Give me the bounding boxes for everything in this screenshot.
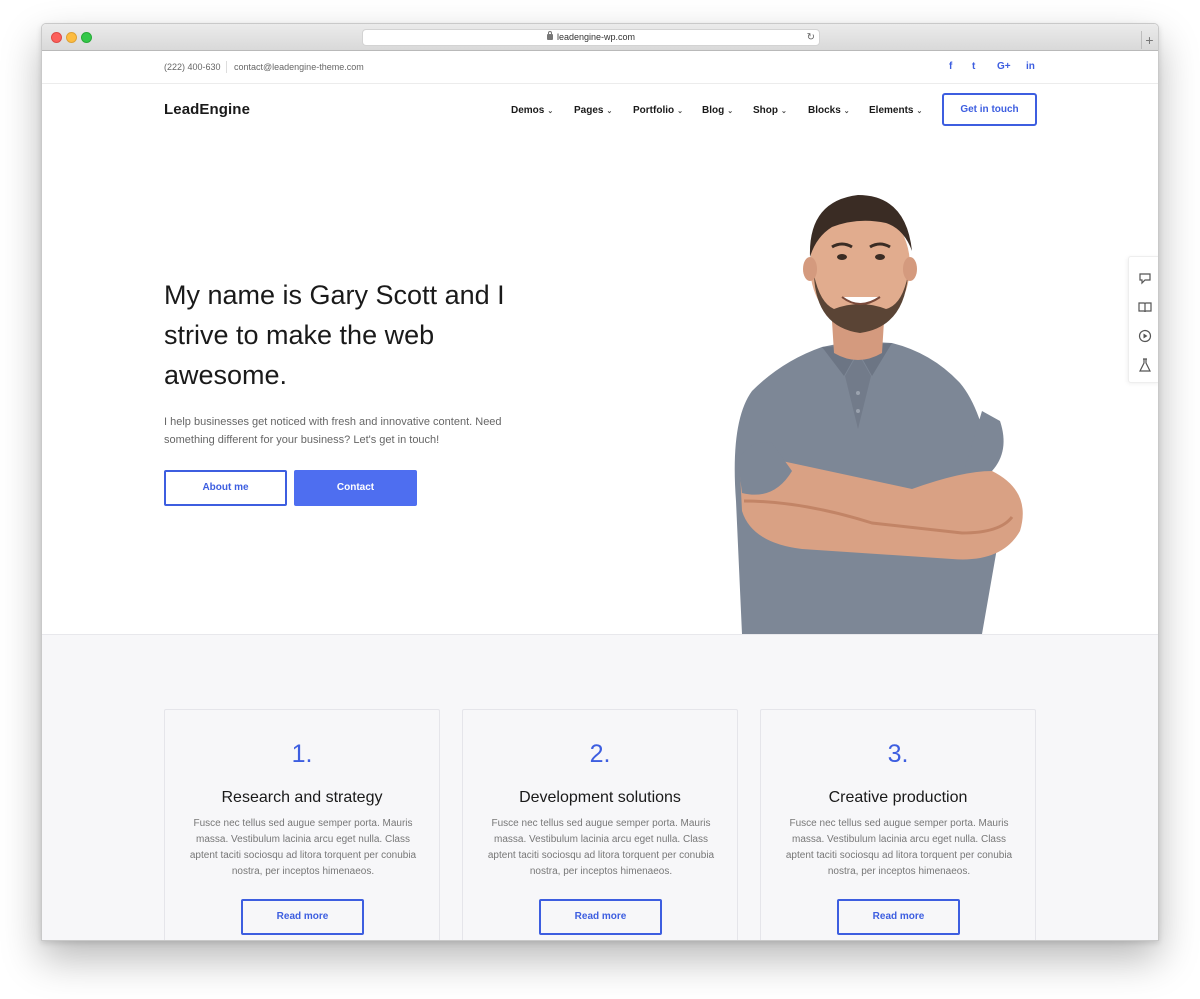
get-in-touch-button[interactable]: Get in touch <box>942 93 1037 126</box>
feature-title: Creative production <box>828 789 968 806</box>
topbar-divider <box>226 61 227 73</box>
feature-card: 1. Research and strategy Fusce nec tellu… <box>164 709 440 940</box>
portrait-image <box>734 195 1023 634</box>
about-me-button[interactable]: About me <box>164 470 287 506</box>
feature-description: Fusce nec tellus sed augue semper porta.… <box>189 818 417 877</box>
lock-icon <box>546 31 553 40</box>
hero-description: I help businesses get noticed with fresh… <box>164 416 502 446</box>
nav-portfolio[interactable]: Portfolio ⌄ <box>633 105 683 116</box>
facebook-icon[interactable]: f <box>949 61 952 72</box>
linkedin-icon[interactable]: in <box>1026 61 1035 72</box>
chevron-down-icon: ⌄ <box>916 108 923 115</box>
nav-blocks-label: Blocks <box>808 105 841 116</box>
features-section: 1. Research and strategy Fusce nec tellu… <box>42 634 1158 940</box>
chevron-down-icon: ⌄ <box>727 108 734 115</box>
nav-demos-label: Demos <box>511 105 545 116</box>
nav-blocks[interactable]: Blocks ⌄ <box>808 105 850 116</box>
read-more-button[interactable]: Read more <box>837 899 960 935</box>
google-plus-icon[interactable]: G+ <box>997 61 1011 72</box>
zoom-window-button[interactable] <box>81 32 92 43</box>
main-navigation: LeadEngine Demos ⌄ Pages ⌄ Portfolio ⌄ Blog… <box>42 85 1158 141</box>
feature-description: Fusce nec tellus sed augue semper porta.… <box>487 818 715 877</box>
read-more-button[interactable]: Read more <box>241 899 364 935</box>
chevron-down-icon: ⌄ <box>677 108 683 115</box>
nav-elements-label: Elements <box>869 105 914 116</box>
feature-number: 2. <box>589 740 611 768</box>
feature-number: 3. <box>887 740 909 768</box>
browser-toolbar: leadengine-wp.com ↻ + <box>42 24 1158 51</box>
nav-blog-label: Blog <box>702 105 725 116</box>
reload-icon[interactable]: ↻ <box>807 30 815 45</box>
feature-description: Fusce nec tellus sed augue semper porta.… <box>785 818 1013 877</box>
nav-shop-label: Shop <box>753 105 778 116</box>
feature-card: 3. Creative production Fusce nec tellus … <box>760 709 1036 940</box>
contact-button[interactable]: Contact <box>294 470 417 506</box>
browser-window: leadengine-wp.com ↻ + (222) 400-630 cont… <box>41 23 1159 941</box>
floating-side-panel <box>1128 256 1158 383</box>
site-logo[interactable]: LeadEngine <box>164 101 250 118</box>
chevron-down-icon: ⌄ <box>843 108 850 115</box>
nav-demos[interactable]: Demos ⌄ <box>511 105 553 116</box>
minimize-window-button[interactable] <box>66 32 77 43</box>
nav-pages-label: Pages <box>574 105 604 116</box>
nav-blog[interactable]: Blog ⌄ <box>702 105 733 116</box>
book-icon[interactable] <box>1138 300 1152 314</box>
flask-icon[interactable] <box>1138 358 1152 372</box>
chevron-down-icon: ⌄ <box>547 108 554 115</box>
close-window-button[interactable] <box>51 32 62 43</box>
hero-section: My name is Gary Scott and I strive to ma… <box>42 141 1158 634</box>
twitter-icon[interactable]: t <box>972 61 975 72</box>
chat-icon[interactable] <box>1138 271 1152 285</box>
contact-email[interactable]: contact@leadengine-theme.com <box>234 62 364 72</box>
nav-pages[interactable]: Pages ⌄ <box>574 105 612 116</box>
feature-title: Development solutions <box>519 789 681 806</box>
nav-elements[interactable]: Elements ⌄ <box>869 105 922 116</box>
address-bar-url: leadengine-wp.com <box>556 32 636 42</box>
hero-heading: My name is Gary Scott and I strive to ma… <box>164 280 505 390</box>
feature-card: 2. Development solutions Fusce nec tellu… <box>462 709 738 940</box>
new-tab-button[interactable]: + <box>1141 31 1157 49</box>
address-bar[interactable]: leadengine-wp.com ↻ <box>362 29 820 46</box>
web-page: (222) 400-630 contact@leadengine-theme.c… <box>42 52 1158 940</box>
nav-shop[interactable]: Shop ⌄ <box>753 105 787 116</box>
feature-title: Research and strategy <box>221 789 383 806</box>
chevron-down-icon: ⌄ <box>781 108 787 115</box>
nav-portfolio-label: Portfolio <box>633 105 675 116</box>
chevron-down-icon: ⌄ <box>606 108 613 115</box>
read-more-button[interactable]: Read more <box>539 899 662 935</box>
play-icon[interactable] <box>1138 329 1152 343</box>
phone-number[interactable]: (222) 400-630 <box>164 62 221 72</box>
top-info-bar: (222) 400-630 contact@leadengine-theme.c… <box>42 52 1158 84</box>
feature-number: 1. <box>291 740 313 768</box>
